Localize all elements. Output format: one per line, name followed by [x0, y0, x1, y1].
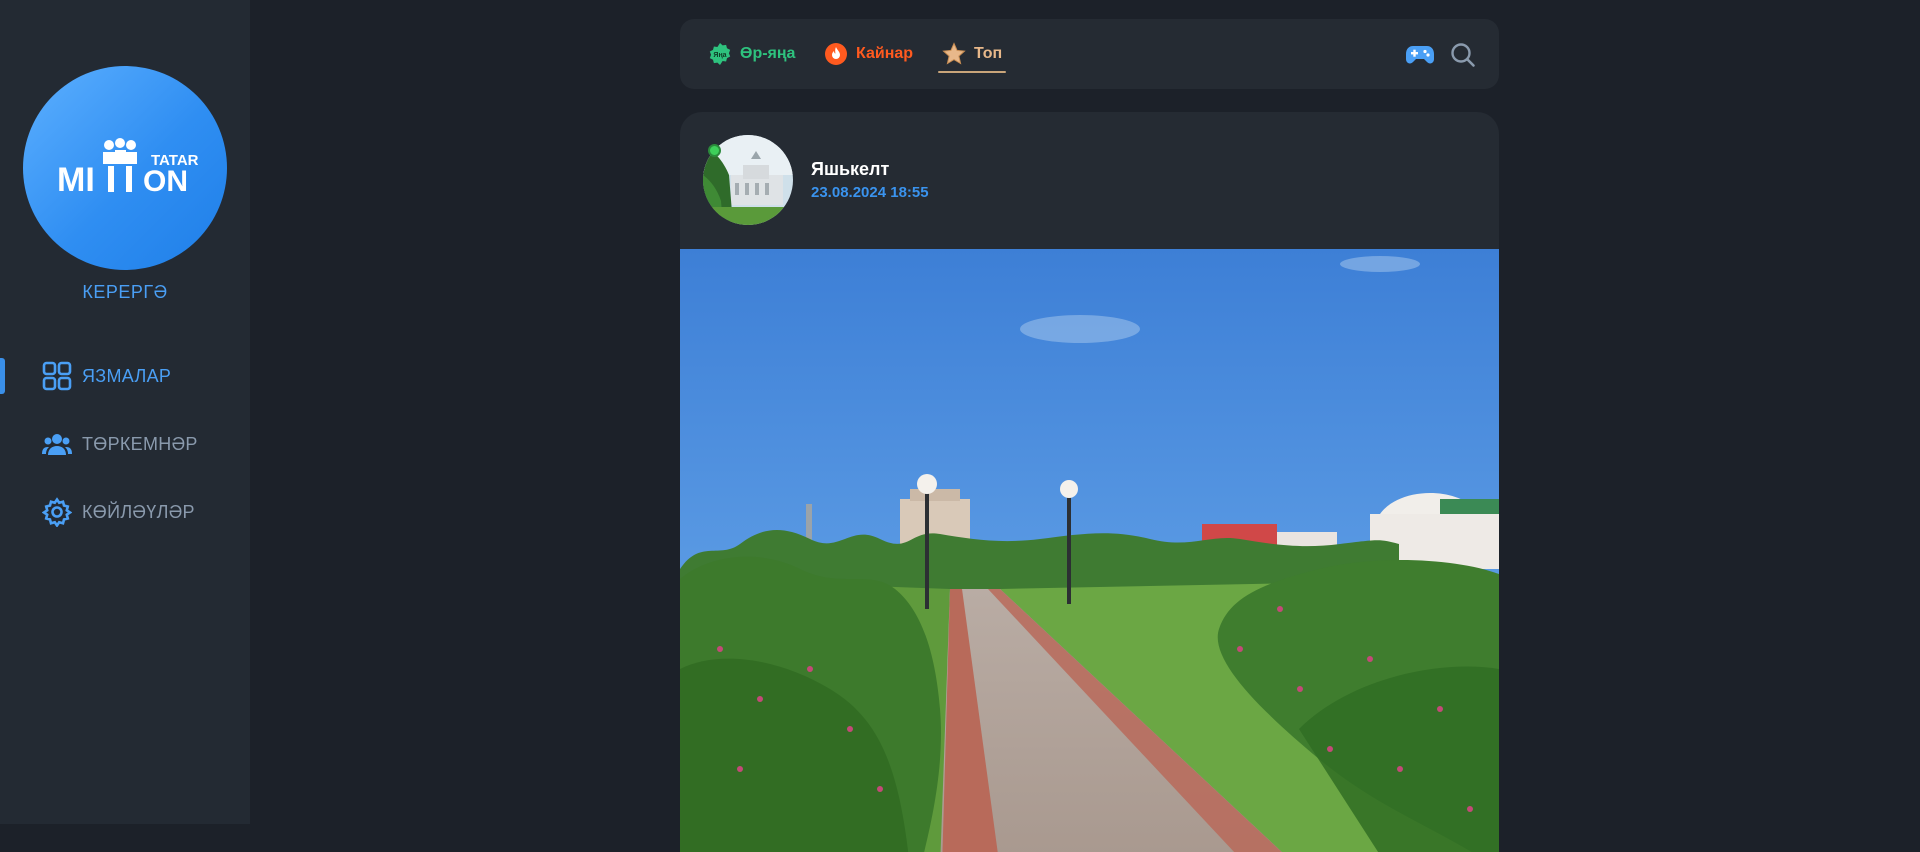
sidebar-item-groups[interactable]: ТӨРКЕМНӘР: [0, 421, 250, 467]
tab-top[interactable]: Топ: [937, 19, 1007, 89]
tab-label: Топ: [974, 45, 1003, 62]
logo-art: MI ON TATAR: [57, 138, 199, 199]
post-image[interactable]: [680, 249, 1499, 852]
sidebar-item-label: КӨЙЛӘҮЛӘР: [82, 501, 195, 522]
tab-new[interactable]: Яңа Өр-яңа: [708, 19, 795, 89]
new-badge-text: Яңа: [713, 52, 726, 59]
author-name[interactable]: Яшькелт: [811, 159, 889, 180]
sidebar: MI ON TATAR КЕРЕРГӘ ЯЗМАЛАР ТӨРКЕМНӘР КӨ…: [0, 0, 250, 824]
logo-tag: TATAR: [151, 152, 199, 169]
star-icon: [942, 42, 966, 65]
logo-word-left: MI: [57, 161, 95, 199]
tab-label: Өр-яңа: [740, 45, 796, 62]
online-indicator: [708, 144, 721, 157]
gamepad-icon[interactable]: [1405, 42, 1435, 68]
tab-label: Кайнар: [856, 45, 914, 62]
sidebar-item-posts[interactable]: ЯЗМАЛАР: [0, 353, 250, 399]
sidebar-item-label: ТӨРКЕМНӘР: [82, 433, 198, 454]
sidebar-item-label: ЯЗМАЛАР: [82, 365, 172, 386]
post-card: Яшькелт 23.08.2024 18:55: [680, 112, 1499, 852]
gear-icon: [42, 497, 72, 527]
search-icon[interactable]: [1448, 42, 1478, 68]
logo-word-right: ON: [143, 165, 188, 198]
fire-icon: [825, 43, 847, 65]
new-badge-icon: Яңа: [709, 43, 731, 65]
login-link[interactable]: КЕРЕРГӘ: [0, 282, 250, 303]
grid-icon: [42, 361, 72, 391]
tab-hot[interactable]: Кайнар: [824, 19, 913, 89]
tatar-million-logo[interactable]: MI ON TATAR: [23, 66, 227, 270]
users-icon: [42, 434, 72, 455]
sidebar-item-settings[interactable]: КӨЙЛӘҮЛӘР: [0, 489, 250, 535]
post-date: 23.08.2024 18:55: [811, 184, 929, 201]
feed-tabs-bar: Яңа Өр-яңа Кайнар Топ: [680, 19, 1499, 89]
